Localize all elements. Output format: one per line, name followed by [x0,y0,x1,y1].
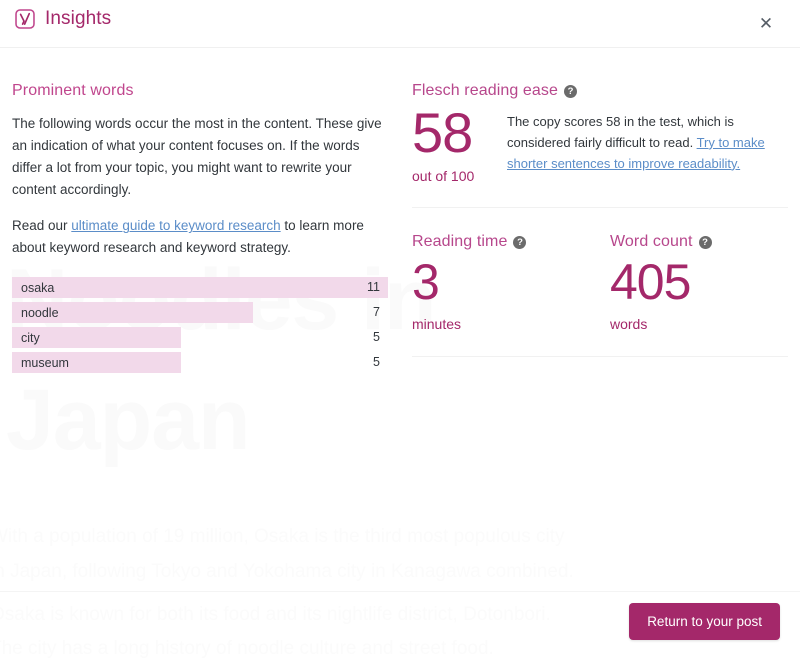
keyword-research-guide-link[interactable]: ultimate guide to keyword research [71,218,280,233]
word-row: city 5 [12,327,388,348]
flesch-score-description: The copy scores 58 in the test, which is… [507,106,779,174]
word-count-value: 11 [367,277,380,298]
word-bar-fill [12,277,388,298]
modal-header: Insights ✕ [0,0,800,48]
word-row: museum 5 [12,352,388,373]
reading-time-header: Reading time ? [412,233,610,251]
help-icon[interactable]: ? [513,236,526,249]
reading-time-stat: Reading time ? 3 minutes [412,233,610,332]
prominent-words-list: osaka 11 noodle 7 city 5 [12,277,388,373]
word-bar-track [12,302,388,323]
prominent-words-description: The following words occur the most in th… [12,113,388,200]
flesch-score-box: 58 out of 100 [412,106,507,184]
word-bar-track [12,277,388,298]
flesch-score-value: 58 [412,106,507,159]
word-count-stat: Word count ? 405 words [610,233,800,332]
help-icon[interactable]: ? [564,85,577,98]
flesch-reading-ease-header: Flesch reading ease ? [412,82,788,100]
word-bar-track [12,327,388,348]
metrics-stats-row: Reading time ? 3 minutes Word count ? 40… [412,208,788,332]
word-label: osaka [12,281,54,295]
yoast-logo-icon [14,8,36,30]
brand: Insights [14,8,111,30]
help-icon[interactable]: ? [699,236,712,249]
reading-time-title: Reading time [412,233,507,251]
word-count-unit: words [610,316,800,332]
prominent-words-read-more: Read our ultimate guide to keyword resea… [12,215,388,259]
flesch-score-scale: out of 100 [412,168,507,184]
word-label: museum [12,356,69,370]
modal-body: Prominent words The following words occu… [0,48,800,593]
word-count-title: Word count [610,233,693,251]
word-row: noodle 7 [12,302,388,323]
reading-time-unit: minutes [412,316,610,332]
prominent-words-section: Prominent words The following words occu… [12,82,388,377]
modal-footer: Return to your post [0,593,800,665]
word-count-value: 405 [610,257,800,308]
word-count-value: 5 [373,327,380,348]
flesch-reading-ease-body: 58 out of 100 The copy scores 58 in the … [412,106,788,184]
close-icon[interactable]: ✕ [754,12,778,36]
word-count-value: 5 [373,352,380,373]
return-to-post-button[interactable]: Return to your post [629,603,780,640]
read-more-prefix: Read our [12,218,71,233]
word-row: osaka 11 [12,277,388,298]
insights-metrics-section: Flesch reading ease ? 58 out of 100 The … [412,82,788,357]
prominent-words-title: Prominent words [12,82,388,100]
insights-modal: Insights ✕ Prominent words The following… [0,0,800,665]
flesch-reading-ease-title: Flesch reading ease [412,82,558,100]
word-label: city [12,331,40,345]
metrics-divider-bottom [412,356,788,357]
word-count-header: Word count ? [610,233,800,251]
reading-time-value: 3 [412,257,610,308]
word-label: noodle [12,306,59,320]
page-title: Insights [45,8,111,30]
word-count-value: 7 [373,302,380,323]
